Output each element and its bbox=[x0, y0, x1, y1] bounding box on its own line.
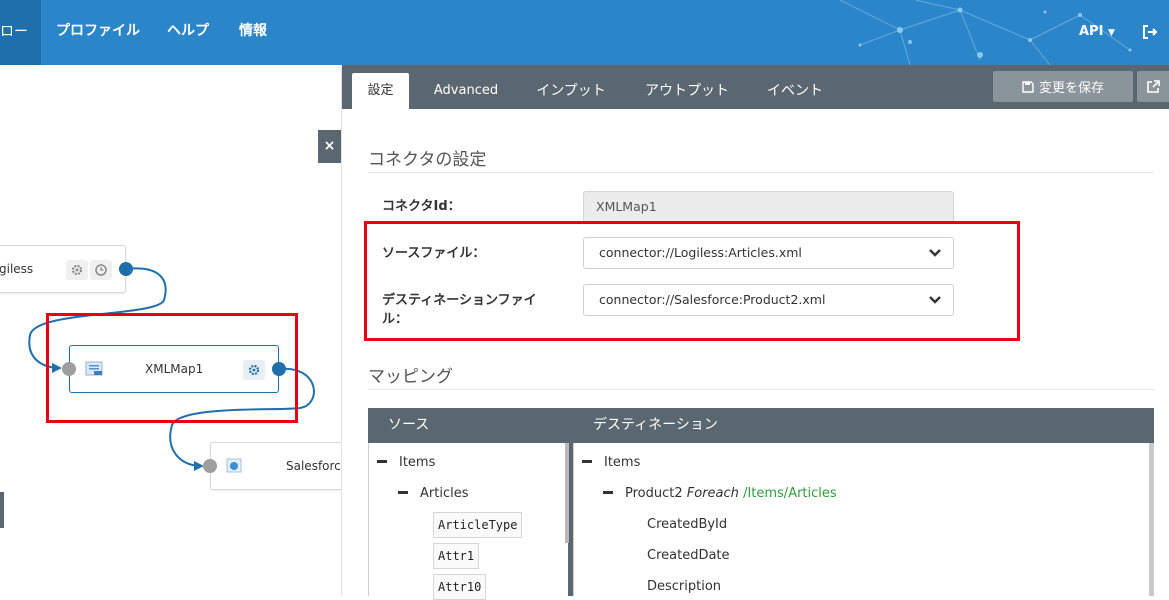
connector-id-label: コネクタId： bbox=[382, 199, 461, 214]
source-tree-node-articles[interactable]: Articles bbox=[398, 485, 468, 503]
source-field-chip[interactable]: ArticleType bbox=[433, 512, 523, 538]
external-link-icon bbox=[1147, 80, 1160, 93]
collapse-icon[interactable] bbox=[398, 491, 408, 494]
connector-id-field: XMLMap1 bbox=[583, 191, 954, 223]
collapse-icon[interactable] bbox=[582, 460, 592, 463]
nav-item-help[interactable]: ヘルプ bbox=[167, 0, 209, 65]
mapping-source-header: ソース bbox=[368, 408, 568, 443]
node-logiless[interactable]: giless bbox=[0, 245, 126, 293]
floppy-disk-icon bbox=[1022, 80, 1034, 93]
node-logiless-output-port[interactable] bbox=[119, 262, 133, 276]
source-tree-node-items[interactable]: Items bbox=[377, 454, 435, 472]
source-scrollbar[interactable] bbox=[565, 443, 569, 543]
logout-icon[interactable] bbox=[1142, 24, 1158, 40]
mapping-destination-tree: Items Product2 Foreach /Items/Articles C… bbox=[573, 443, 1154, 596]
tab-input[interactable]: インプット bbox=[525, 73, 617, 109]
node-logiless-schedule-button[interactable] bbox=[90, 260, 112, 280]
node-salesforce[interactable]: Salesforce bbox=[210, 442, 341, 490]
api-menu[interactable]: API ▼ bbox=[1079, 0, 1115, 65]
settings-tabbar: 設定 Advanced インプット アウトプット イベント 変更を保存 bbox=[342, 65, 1169, 109]
tab-settings[interactable]: 設定 bbox=[352, 73, 409, 109]
mapping-source-tree: Items Articles ArticleType Attr1 Attr10 bbox=[368, 443, 569, 600]
save-changes-button[interactable]: 変更を保存 bbox=[993, 71, 1133, 102]
salesforce-icon bbox=[226, 458, 242, 473]
source-field-chip[interactable]: Attr1 bbox=[433, 543, 480, 569]
popout-button[interactable] bbox=[1137, 71, 1169, 102]
foreach-label: Foreach bbox=[686, 486, 739, 501]
node-salesforce-input-port[interactable] bbox=[203, 459, 217, 473]
dest-tree-product2-label: Product2 bbox=[625, 486, 683, 501]
top-navbar: ロー プロファイル ヘルプ 情報 API ▼ bbox=[0, 0, 1169, 65]
source-field-chip[interactable]: Attr10 bbox=[433, 574, 487, 600]
destination-scrollbar[interactable] bbox=[1149, 443, 1153, 596]
nav-item-flows[interactable]: ロー bbox=[0, 0, 41, 65]
dest-field[interactable]: CreatedById bbox=[647, 516, 727, 534]
gear-icon bbox=[71, 264, 83, 276]
left-edge-handle[interactable] bbox=[0, 492, 4, 528]
tab-events[interactable]: イベント bbox=[759, 73, 831, 109]
dest-tree-items-label: Items bbox=[604, 455, 641, 470]
mapping-heading: マッピング bbox=[368, 367, 453, 387]
caret-down-icon: ▼ bbox=[1107, 28, 1115, 38]
dest-field[interactable]: CreatedDate bbox=[647, 547, 730, 565]
nav-item-info[interactable]: 情報 bbox=[239, 0, 267, 65]
close-panel-button[interactable]: × bbox=[318, 130, 341, 163]
node-logiless-label: giless bbox=[0, 262, 34, 276]
connector-settings-heading: コネクタの設定 bbox=[368, 150, 487, 170]
save-changes-label: 変更を保存 bbox=[1038, 81, 1104, 96]
section-divider bbox=[368, 389, 1154, 390]
tab-advanced[interactable]: Advanced bbox=[426, 73, 506, 109]
source-tree-articles-label: Articles bbox=[420, 486, 469, 501]
source-tree-items-label: Items bbox=[399, 455, 436, 470]
node-salesforce-label: Salesforce bbox=[286, 459, 341, 473]
dest-tree-node-items[interactable]: Items bbox=[582, 454, 640, 472]
nav-item-profile[interactable]: プロファイル bbox=[56, 0, 140, 65]
highlight-xmlmap-node bbox=[46, 313, 298, 423]
collapse-icon[interactable] bbox=[377, 460, 387, 463]
highlight-file-fields bbox=[364, 221, 1020, 341]
mapping-destination-header: デスティネーション bbox=[573, 408, 1154, 443]
tab-output[interactable]: アウトプット bbox=[634, 73, 740, 109]
api-menu-label: API bbox=[1079, 24, 1104, 39]
node-logiless-settings-button[interactable] bbox=[66, 260, 88, 280]
collapse-icon[interactable] bbox=[603, 491, 613, 494]
clock-icon bbox=[95, 264, 107, 276]
section-divider bbox=[368, 172, 1154, 173]
dest-tree-node-product2[interactable]: Product2 Foreach /Items/Articles bbox=[603, 485, 837, 503]
foreach-xpath: /Items/Articles bbox=[743, 486, 837, 501]
dest-field[interactable]: Description bbox=[647, 578, 721, 596]
